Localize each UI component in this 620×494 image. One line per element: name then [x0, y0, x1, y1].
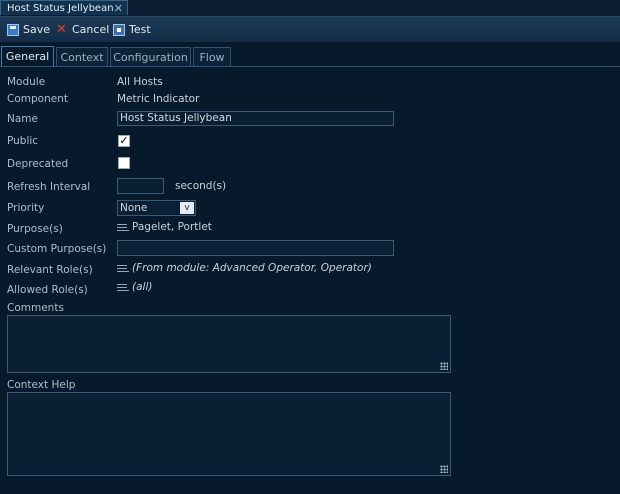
- priority-label: Priority: [7, 202, 45, 214]
- component-value: Metric Indicator: [117, 93, 200, 105]
- deprecated-label: Deprecated: [7, 158, 69, 170]
- context-help-textarea[interactable]: [7, 392, 451, 476]
- chevron-down-icon[interactable]: v: [180, 202, 194, 214]
- purposes-label: Purpose(s): [7, 223, 63, 235]
- save-icon: [7, 23, 19, 36]
- list-icon[interactable]: [117, 223, 129, 232]
- document-tab-bar: Host Status Jellybean ✕: [0, 0, 620, 17]
- resize-grip-icon[interactable]: [440, 362, 448, 370]
- test-button[interactable]: Test: [113, 21, 151, 38]
- relevant-roles-value[interactable]: (From module: Advanced Operator, Operato…: [117, 262, 372, 274]
- component-label: Component: [7, 93, 68, 105]
- refresh-interval-field[interactable]: [117, 178, 164, 194]
- tab-general[interactable]: General: [1, 46, 54, 66]
- save-button-label: Save: [23, 23, 51, 36]
- module-label: Module: [7, 76, 46, 88]
- comments-label: Comments: [7, 302, 64, 314]
- allowed-roles-label: Allowed Role(s): [7, 284, 88, 296]
- cancel-button[interactable]: ✕ Cancel: [56, 21, 109, 38]
- document-tab-title: Host Status Jellybean: [7, 2, 114, 14]
- purposes-text: Pagelet, Portlet: [132, 221, 212, 233]
- custom-purposes-label: Custom Purpose(s): [7, 243, 107, 255]
- deprecated-checkbox[interactable]: [118, 157, 130, 169]
- close-icon[interactable]: ✕: [114, 2, 123, 15]
- relevant-roles-text: (From module: Advanced Operator, Operato…: [132, 262, 372, 274]
- priority-select[interactable]: None v: [117, 200, 196, 216]
- resize-grip-icon[interactable]: [440, 465, 448, 473]
- name-label: Name: [7, 113, 38, 125]
- public-label: Public: [7, 135, 39, 147]
- cancel-icon: ✕: [56, 21, 67, 37]
- public-checkbox[interactable]: ✓: [118, 135, 130, 147]
- cancel-button-label: Cancel: [72, 23, 110, 36]
- tab-context[interactable]: Context: [56, 47, 108, 66]
- purposes-value[interactable]: Pagelet, Portlet: [117, 221, 212, 233]
- test-icon: [113, 23, 125, 36]
- document-tab[interactable]: Host Status Jellybean ✕: [0, 0, 128, 15]
- toolbar: Save ✕ Cancel Test: [0, 17, 620, 43]
- tab-configuration[interactable]: Configuration: [110, 47, 191, 66]
- relevant-roles-label: Relevant Role(s): [7, 264, 93, 276]
- comments-textarea[interactable]: [7, 315, 451, 373]
- name-field[interactable]: Host Status Jellybean: [117, 111, 394, 126]
- allowed-roles-value[interactable]: (all): [117, 281, 152, 293]
- custom-purposes-field[interactable]: [117, 240, 394, 256]
- tab-strip: General Context Configuration Flow: [0, 44, 620, 67]
- refresh-interval-unit: second(s): [175, 180, 227, 192]
- list-icon[interactable]: [117, 264, 129, 273]
- tab-flow[interactable]: Flow: [193, 47, 231, 66]
- context-help-label: Context Help: [7, 379, 76, 391]
- module-value: All Hosts: [117, 76, 163, 88]
- priority-select-value: None: [120, 202, 148, 214]
- allowed-roles-text: (all): [132, 281, 153, 293]
- list-icon[interactable]: [117, 283, 129, 292]
- refresh-interval-label: Refresh Interval: [7, 181, 91, 193]
- save-button[interactable]: Save: [7, 21, 50, 38]
- test-button-label: Test: [129, 23, 151, 36]
